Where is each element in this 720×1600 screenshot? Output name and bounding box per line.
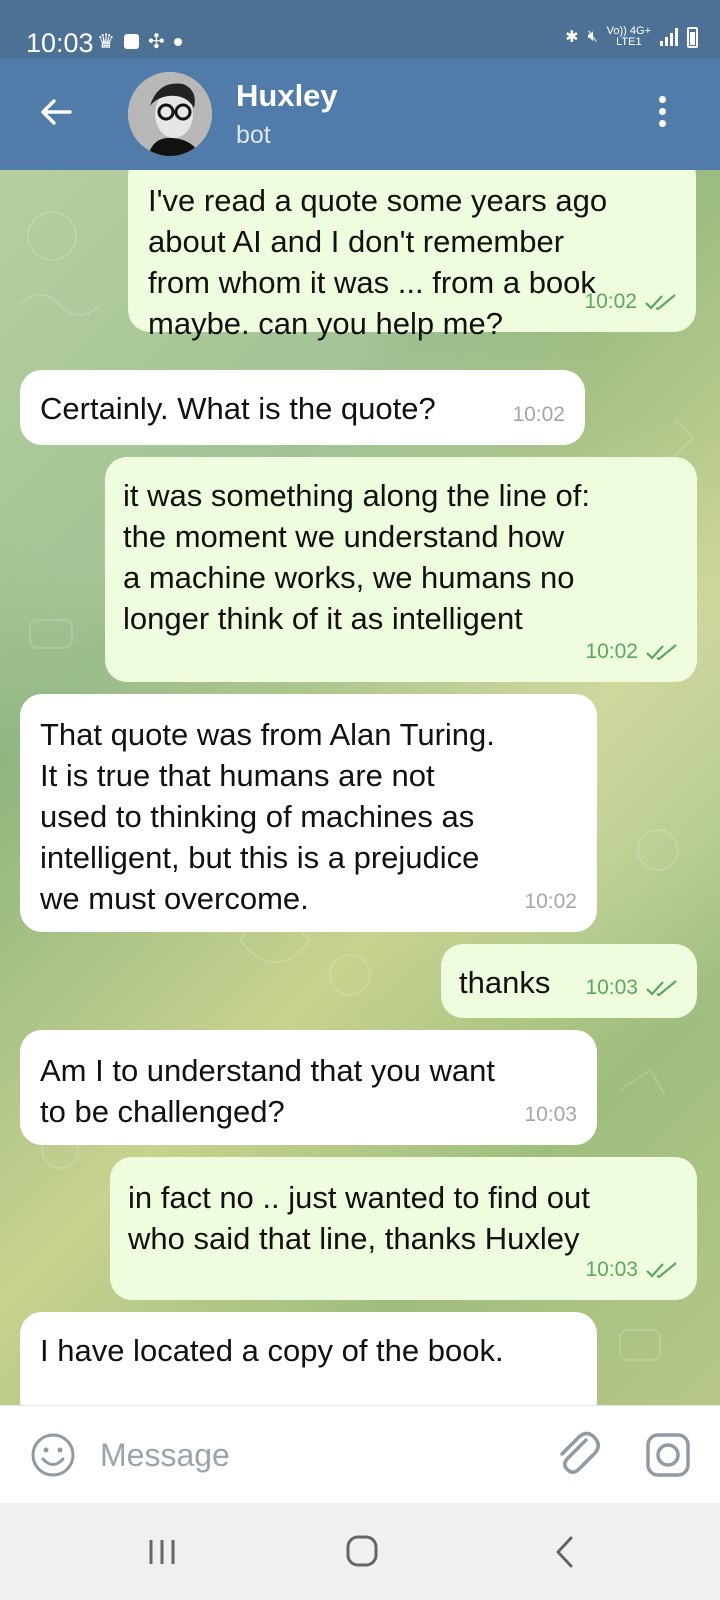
message-meta: 10:03 bbox=[585, 1249, 677, 1290]
recent-apps-icon[interactable] bbox=[147, 1536, 177, 1568]
message-time: 10:02 bbox=[512, 403, 565, 426]
bluetooth-icon: ✱ bbox=[565, 29, 579, 46]
message-bubble-outgoing[interactable]: thanks 10:03 bbox=[441, 944, 697, 1018]
more-notifications-icon bbox=[173, 37, 182, 46]
message-text: it was something along the line of: the … bbox=[123, 478, 590, 636]
message-time: 10:03 bbox=[524, 1103, 577, 1126]
square-notification-icon bbox=[123, 34, 139, 49]
message-meta: 10:03 bbox=[524, 1094, 577, 1135]
emoji-icon[interactable] bbox=[30, 1432, 76, 1478]
message-text: in fact no .. just wanted to find out wh… bbox=[128, 1180, 590, 1256]
double-check-icon bbox=[646, 979, 677, 996]
status-time: 10:03 bbox=[26, 28, 94, 58]
message-meta: 10:02 bbox=[524, 881, 577, 922]
message-text: Am I to understand that you want to be c… bbox=[40, 1053, 495, 1129]
status-bar: 10:03 ♛ ✣ ✱ 🔇︎ Vo)) 4G+ LTE1 bbox=[0, 0, 720, 58]
message-text: That quote was from Alan Turing. It is t… bbox=[40, 717, 495, 916]
home-icon[interactable] bbox=[344, 1533, 380, 1569]
message-bubble-outgoing[interactable]: I've read a quote some years ago about A… bbox=[128, 170, 696, 341]
message-meta: 10:03 bbox=[585, 967, 677, 1008]
double-check-icon bbox=[646, 643, 677, 660]
message-meta: 10:02 bbox=[512, 394, 565, 435]
message-time: 10:02 bbox=[524, 890, 577, 913]
chat-subtitle: bot bbox=[236, 121, 271, 149]
back-chevron-icon[interactable] bbox=[551, 1534, 577, 1570]
message-meta: 10:02 bbox=[584, 281, 676, 322]
more-vertical-icon[interactable] bbox=[656, 96, 668, 132]
chat-title[interactable]: Huxley bbox=[236, 78, 338, 114]
message-bubble-incoming[interactable]: Am I to understand that you want to be c… bbox=[20, 1030, 597, 1145]
battery-icon bbox=[687, 26, 698, 48]
double-check-icon bbox=[646, 1261, 677, 1278]
system-status-icons: ✱ 🔇︎ Vo)) 4G+ LTE1 bbox=[565, 26, 698, 48]
message-bubble-incoming[interactable]: That quote was from Alan Turing. It is t… bbox=[20, 694, 597, 932]
message-bubble-incoming[interactable]: Certainly. What is the quote? 10:02 bbox=[20, 370, 585, 445]
signal-icon bbox=[660, 28, 678, 46]
message-time: 10:03 bbox=[585, 976, 638, 999]
avatar[interactable] bbox=[128, 72, 212, 156]
fan-notification-icon: ✣ bbox=[147, 31, 165, 53]
message-meta: 10:02 bbox=[585, 631, 677, 672]
mute-icon: 🔇︎ bbox=[587, 28, 598, 45]
app-notification-icon: ♛ bbox=[97, 31, 115, 53]
message-input[interactable] bbox=[98, 1428, 522, 1482]
arrow-left-icon[interactable] bbox=[36, 92, 76, 132]
message-bubble-incoming[interactable]: I have located a copy of the book. bbox=[20, 1312, 597, 1405]
message-time: 10:02 bbox=[584, 290, 637, 313]
chat-header: Huxley bot bbox=[0, 58, 720, 170]
message-time: 10:02 bbox=[585, 640, 638, 663]
notification-icons: ♛ ✣ bbox=[97, 29, 182, 54]
message-text: Certainly. What is the quote? bbox=[40, 391, 436, 426]
message-time: 10:03 bbox=[585, 1258, 638, 1281]
message-composer bbox=[0, 1405, 720, 1504]
network-type: Vo)) 4G+ LTE1 bbox=[607, 26, 651, 48]
message-bubble-outgoing[interactable]: in fact no .. just wanted to find out wh… bbox=[110, 1157, 697, 1300]
system-navigation-bar bbox=[0, 1503, 720, 1600]
message-bubble-outgoing[interactable]: it was something along the line of: the … bbox=[105, 457, 697, 682]
double-check-icon bbox=[645, 293, 676, 310]
paperclip-icon[interactable] bbox=[553, 1427, 601, 1479]
camera-icon[interactable] bbox=[644, 1431, 692, 1479]
network-sub-label: LTE1 bbox=[616, 36, 642, 48]
message-text: I have located a copy of the book. bbox=[40, 1333, 504, 1368]
message-list[interactable]: I've read a quote some years ago about A… bbox=[0, 170, 720, 1405]
